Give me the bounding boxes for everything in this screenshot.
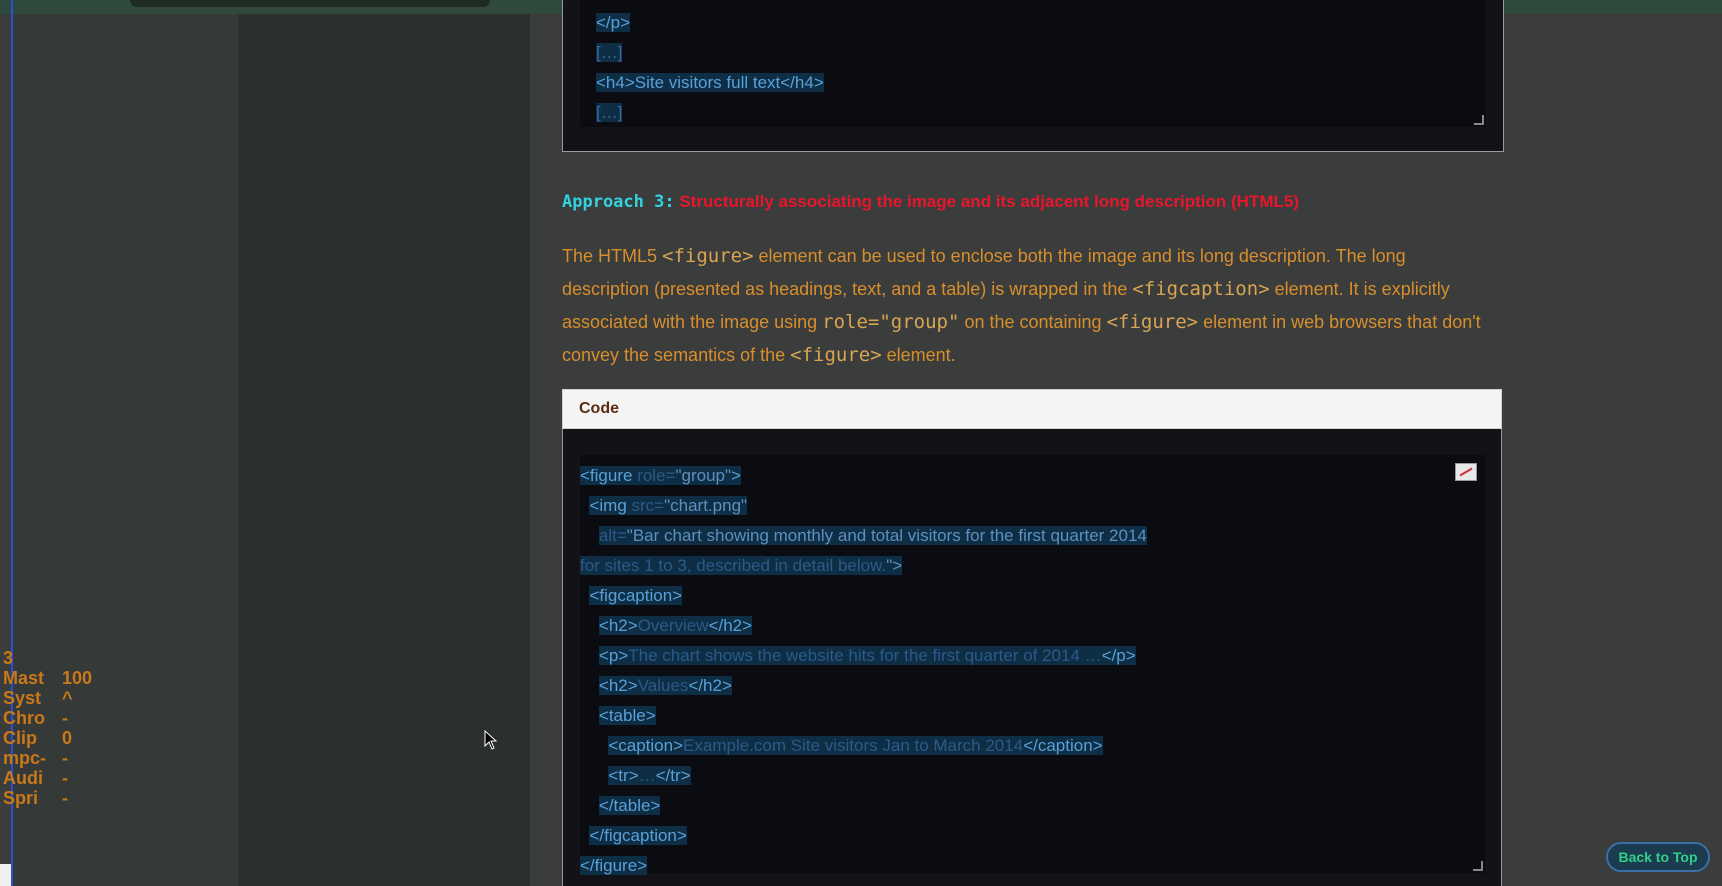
code-line: </p>	[596, 13, 631, 32]
inline-code: <figure>	[1106, 311, 1199, 333]
code-line: <table>	[598, 706, 656, 725]
para-text: The HTML5	[562, 246, 663, 266]
sidebar	[238, 14, 530, 886]
overlay-value: 0	[62, 728, 73, 748]
address-bar[interactable]	[130, 0, 490, 7]
inline-code: <figcaption>	[1132, 278, 1270, 300]
overlay-value: -	[62, 748, 68, 768]
code-line: </figure>	[580, 856, 648, 875]
approach-heading: Approach 3: Structurally associating the…	[562, 192, 1299, 212]
code-line: <p>The chart shows the website hits for …	[598, 646, 1136, 665]
code-line: <figcaption>	[589, 586, 683, 605]
code-area[interactable]: </p> […] <h4>Site visitors full text</h4…	[580, 0, 1486, 127]
code-line: <figure role="group">	[580, 466, 741, 485]
code-text: </p> […] <h4>Site visitors full text</h4…	[596, 8, 824, 128]
overlay-name: Clip	[3, 728, 37, 748]
description-paragraph: The HTML5 <figure> element can be used t…	[562, 240, 1497, 372]
overlay-name: Spri	[3, 788, 39, 808]
code-line: </table>	[598, 796, 661, 815]
overlay-value: 100	[62, 668, 93, 688]
code-text: <figure role="group"> <img src="chart.pn…	[580, 461, 1480, 881]
back-to-top-button[interactable]: Back to Top	[1606, 842, 1710, 872]
overlay-name: 3	[3, 648, 14, 668]
code-line: </figcaption>	[589, 826, 687, 845]
code-line: <img src="chart.png"	[589, 496, 748, 515]
overlay-value: -	[62, 768, 68, 788]
inline-code: role="group"	[822, 311, 960, 333]
code-line: <h2>Overview</h2>	[598, 616, 753, 635]
overlay-name: Syst	[3, 688, 42, 708]
approach-title: Structurally associating the image and i…	[679, 192, 1299, 211]
code-line: […]	[596, 103, 623, 122]
para-text: element.	[881, 345, 956, 365]
inline-code: <figure>	[662, 245, 754, 267]
code-block: <figure role="group"> <img src="chart.pn…	[562, 429, 1502, 886]
code-header: Code	[562, 389, 1502, 429]
left-panel	[13, 14, 238, 886]
code-line: for sites 1 to 3, described in detail be…	[580, 556, 903, 575]
code-line: alt="Bar chart showing monthly and total…	[598, 526, 1147, 545]
overlay-name: Audi	[3, 768, 43, 788]
overlay-name: mpc-	[3, 748, 47, 768]
overlay-value: -	[62, 788, 68, 808]
code-line: <tr>…</tr>	[608, 766, 691, 785]
overlay-value: ^	[62, 688, 73, 708]
resize-handle[interactable]	[1474, 115, 1484, 125]
overlay-name: Mast	[3, 668, 45, 688]
resize-handle[interactable]	[1473, 861, 1483, 871]
inline-code: <figure>	[790, 344, 882, 366]
code-block-previous: </p> […] <h4>Site visitors full text</h4…	[562, 0, 1504, 152]
code-line: <h2>Values</h2>	[598, 676, 732, 695]
code-header-label: Code	[579, 400, 619, 417]
corner-widget	[0, 864, 11, 886]
code-area[interactable]: <figure role="group"> <img src="chart.pn…	[580, 455, 1485, 875]
overlay-value: -	[62, 708, 68, 728]
overlay-name: Chro	[3, 708, 45, 728]
code-line: […]	[596, 43, 623, 62]
approach-label: Approach 3:	[562, 192, 675, 212]
para-text: on the containing	[959, 312, 1107, 332]
code-line: <h4>Site visitors full text</h4>	[596, 73, 824, 92]
code-line: <caption>Example.com Site visitors Jan t…	[608, 736, 1103, 755]
